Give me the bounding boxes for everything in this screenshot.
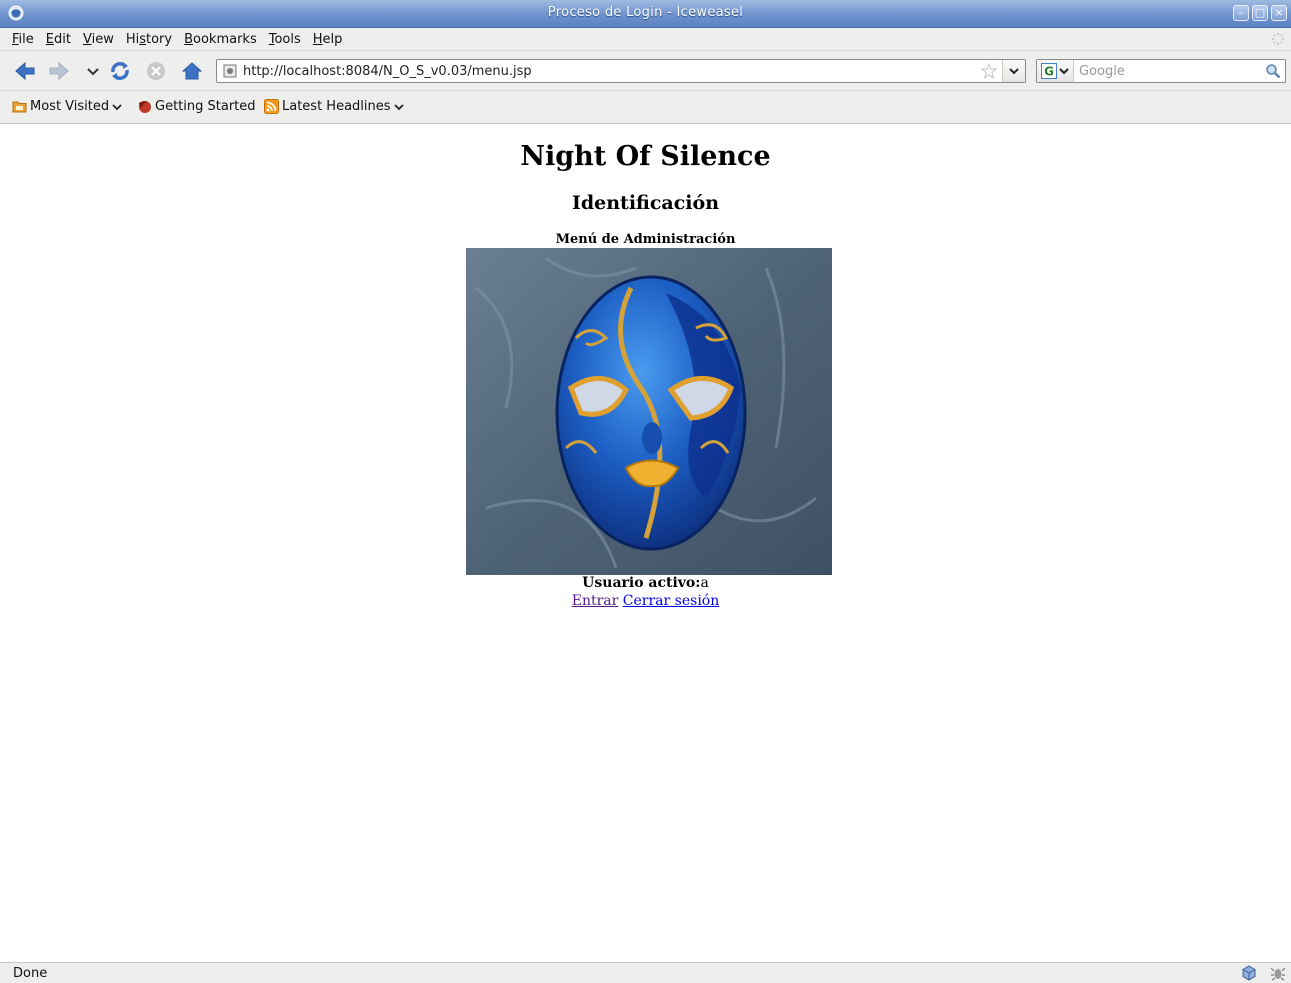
mask-image — [466, 248, 832, 575]
window-titlebar[interactable]: Proceso de Login - Iceweasel – □ × — [0, 0, 1291, 28]
active-user-line: Usuario activo:a — [0, 575, 1291, 591]
page-content: Night Of Silence Identificación Menú de … — [0, 124, 1291, 962]
window-title: Proceso de Login - Iceweasel — [547, 5, 744, 20]
menu-bar: File Edit View History Bookmarks Tools H… — [0, 28, 1291, 51]
rss-icon — [264, 99, 279, 114]
folder-icon — [12, 101, 27, 113]
url-dropdown-button[interactable] — [1002, 60, 1025, 82]
stop-icon[interactable] — [145, 60, 167, 82]
search-engine-button[interactable]: G — [1037, 60, 1074, 82]
menu-file-label: File — [12, 32, 34, 47]
logout-link[interactable]: Cerrar sesión — [623, 593, 719, 609]
page-title: Night Of Silence — [520, 141, 771, 172]
section-heading: Menú de Administración — [555, 232, 736, 247]
url-bar[interactable] — [216, 59, 1026, 83]
search-icon[interactable] — [1265, 63, 1281, 79]
menu-history-label: History — [125, 32, 173, 47]
menu-edit[interactable]: Edit — [40, 31, 77, 48]
google-icon: G — [1041, 63, 1057, 79]
reload-icon[interactable] — [109, 60, 131, 82]
status-text: Done — [13, 966, 48, 981]
menu-view-label: View — [82, 32, 114, 47]
chevron-down-icon — [112, 103, 122, 110]
bookmark-most-visited-label: Most Visited — [30, 99, 110, 114]
bookmark-getting-started[interactable]: Getting Started — [137, 99, 256, 114]
status-bar: Done — [0, 962, 1291, 983]
menu-bookmarks[interactable]: Bookmarks — [178, 31, 263, 48]
back-arrow-icon[interactable] — [14, 60, 36, 82]
minimize-icon[interactable]: – — [1233, 5, 1249, 21]
svg-text:G: G — [1044, 65, 1054, 79]
enter-link[interactable]: Entrar — [572, 593, 619, 609]
bookmark-getting-started-label: Getting Started — [155, 99, 256, 114]
firefox-icon — [139, 101, 151, 113]
maximize-icon[interactable]: □ — [1252, 5, 1268, 21]
chevron-down-icon — [393, 103, 404, 110]
menu-file[interactable]: File — [6, 31, 40, 48]
search-bar[interactable]: G — [1036, 59, 1286, 83]
addon-cube-icon[interactable] — [1241, 965, 1257, 981]
menu-bookmarks-label: Bookmarks — [184, 32, 257, 47]
menu-view[interactable]: View — [77, 31, 120, 48]
menu-tools-label: Tools — [268, 32, 301, 47]
firebug-icon[interactable] — [1270, 965, 1286, 981]
active-user-label: Usuario activo: — [582, 575, 701, 591]
close-icon[interactable]: × — [1271, 5, 1287, 21]
menu-help[interactable]: Help — [307, 31, 349, 48]
history-dropdown-icon[interactable] — [82, 60, 104, 82]
forward-arrow-icon[interactable] — [48, 60, 70, 82]
menu-tools[interactable]: Tools — [263, 31, 307, 48]
navigation-toolbar: G — [0, 51, 1291, 91]
menu-edit-label: Edit — [45, 32, 71, 47]
action-links: Entrar Cerrar sesión — [0, 593, 1291, 609]
page-favicon-icon — [223, 64, 237, 78]
bookmark-most-visited[interactable]: Most Visited — [12, 99, 122, 114]
search-input[interactable] — [1079, 62, 1259, 80]
bookmark-latest-headlines[interactable]: Latest Headlines — [264, 99, 404, 114]
bookmark-star-icon[interactable] — [981, 63, 997, 79]
page-subtitle: Identificación — [571, 192, 720, 214]
bookmarks-toolbar: Most Visited Getting Started Latest Head… — [0, 91, 1291, 124]
chevron-down-icon — [1059, 68, 1069, 75]
menu-history[interactable]: History — [120, 31, 178, 48]
chevron-down-icon — [1009, 68, 1019, 75]
url-input[interactable] — [243, 62, 963, 80]
menu-help-label: Help — [312, 32, 343, 47]
bookmark-latest-headlines-label: Latest Headlines — [282, 99, 391, 114]
active-user-value: a — [700, 575, 709, 591]
throbber-icon — [1271, 32, 1285, 46]
home-icon[interactable] — [181, 60, 203, 82]
